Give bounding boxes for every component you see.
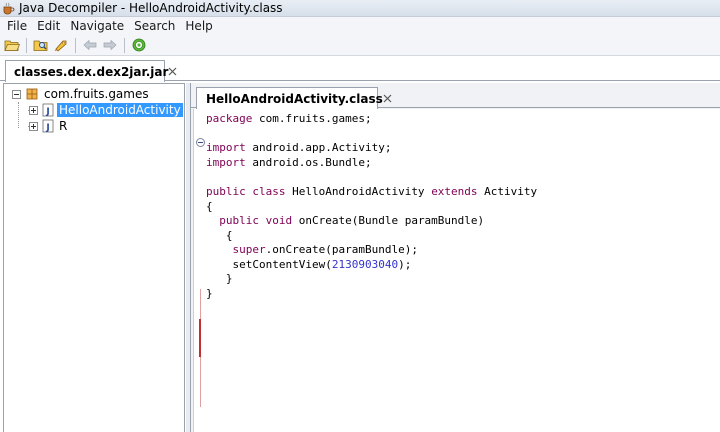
code-line: } (206, 272, 233, 285)
forward-button[interactable] (100, 36, 120, 54)
svg-text:J: J (45, 123, 49, 133)
toolbar (0, 35, 720, 56)
class-file-icon: J (42, 103, 54, 117)
coffee-cup-icon (2, 2, 15, 15)
tab-label: classes.dex.dex2jar.jar (14, 64, 169, 79)
folder-search-icon (33, 40, 48, 51)
tab-hello-android-activity[interactable]: HelloAndroidActivity.class (196, 87, 392, 109)
code-line: public class HelloAndroidActivity extend… (206, 185, 538, 198)
toolbar-separator (124, 37, 125, 53)
fold-range-marker (199, 319, 201, 357)
rocket-icon (54, 40, 67, 52)
fold-collapse-icon[interactable] (196, 138, 205, 147)
code-line: } (206, 287, 213, 300)
editor-tab-label: HelloAndroidActivity.class (206, 91, 383, 106)
class-file-icon: J (42, 119, 54, 133)
about-button[interactable] (129, 36, 149, 54)
close-icon[interactable] (383, 94, 392, 104)
code-line: { (206, 200, 213, 213)
collapse-icon[interactable] (12, 89, 21, 99)
code-line: import android.app.Activity; (206, 141, 392, 154)
arrow-left-icon (83, 39, 97, 51)
file-tab-strip: classes.dex.dex2jar.jar (0, 57, 720, 82)
close-icon[interactable] (168, 67, 177, 77)
tree-class-row-r[interactable]: J R (29, 118, 69, 134)
menu-navigate[interactable]: Navigate (65, 19, 129, 33)
folder-open-icon (4, 40, 20, 51)
package-tree: com.fruits.games J HelloAndroidActivity … (3, 83, 185, 432)
open-file-button[interactable] (2, 36, 22, 54)
toolbar-separator (75, 37, 76, 53)
editor-panel: HelloAndroidActivity.class package com.f… (190, 83, 720, 432)
expand-icon[interactable] (29, 105, 38, 115)
fold-gutter (194, 109, 206, 432)
code-view[interactable]: package com.fruits.games; import android… (193, 109, 720, 432)
menu-search[interactable]: Search (129, 19, 180, 33)
menu-file[interactable]: File (2, 19, 32, 33)
arrow-right-icon (103, 39, 117, 51)
expand-icon[interactable] (29, 121, 38, 131)
open-type-hierarchy-button[interactable] (51, 36, 71, 54)
window-title: Java Decompiler - HelloAndroidActivity.c… (19, 1, 283, 15)
check-circle-icon (132, 38, 146, 52)
code-line: public void onCreate(Bundle paramBundle) (219, 214, 485, 227)
title-bar: Java Decompiler - HelloAndroidActivity.c… (0, 0, 720, 17)
menu-edit[interactable]: Edit (32, 19, 65, 33)
code-line: super.onCreate(paramBundle); (232, 243, 418, 256)
package-label: com.fruits.games (44, 87, 149, 101)
toolbar-separator (26, 37, 27, 53)
code-line: setContentView(2130903040); (232, 258, 412, 271)
back-button[interactable] (80, 36, 100, 54)
open-type-button[interactable] (31, 36, 51, 54)
menu-help[interactable]: Help (180, 19, 217, 33)
tree-connector (18, 102, 19, 128)
class-label-hello: HelloAndroidActivity (57, 103, 183, 117)
class-label-r: R (59, 119, 68, 133)
code-line: package com.fruits.games; (206, 112, 372, 125)
svg-text:J: J (45, 107, 49, 117)
package-icon (25, 87, 39, 101)
tree-package-row[interactable]: com.fruits.games (12, 86, 151, 102)
code-line: { (206, 229, 233, 242)
menu-bar: File Edit Navigate Search Help (0, 17, 720, 35)
tab-classes-dex-jar[interactable]: classes.dex.dex2jar.jar (5, 60, 177, 82)
code-line: import android.os.Bundle; (206, 156, 372, 169)
editor-tab-strip: HelloAndroidActivity.class (191, 83, 720, 109)
tree-class-row-hello[interactable]: J HelloAndroidActivity (29, 102, 183, 118)
